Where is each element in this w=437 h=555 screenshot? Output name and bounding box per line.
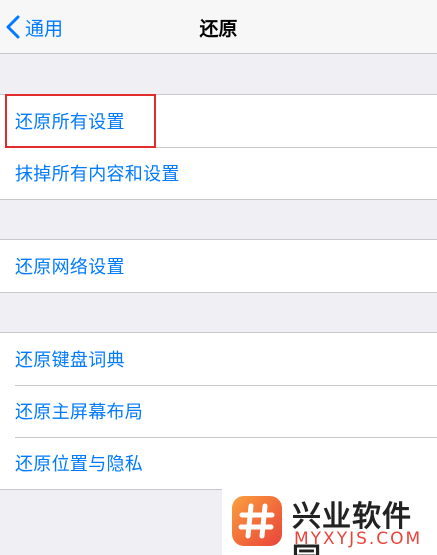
watermark: 兴业软件园 MYXYJS.COM [222,487,437,555]
reset-group-2: 还原网络设置 [0,239,437,293]
reset-location-privacy-row[interactable]: 还原位置与隐私 [0,437,437,489]
row-label: 还原主屏幕布局 [15,402,144,423]
erase-all-content-row[interactable]: 抹掉所有内容和设置 [0,147,437,199]
row-label: 还原位置与隐私 [15,454,144,475]
row-label: 还原键盘词典 [15,350,125,371]
reset-network-settings-row[interactable]: 还原网络设置 [0,240,437,292]
hash-logo-icon [232,496,282,546]
reset-keyboard-dictionary-row[interactable]: 还原键盘词典 [0,333,437,385]
reset-group-3: 还原键盘词典 还原主屏幕布局 还原位置与隐私 [0,332,437,490]
row-label: 还原网络设置 [15,257,125,278]
navigation-bar: 通用 还原 [0,0,437,54]
page-title: 还原 [199,18,238,40]
watermark-url: MYXYJS.COM [294,529,423,549]
reset-settings-screen: 通用 还原 还原所有设置 抹掉所有内容和设置 还原网络设置 还原键盘词典 还原主… [0,0,437,555]
reset-home-screen-layout-row[interactable]: 还原主屏幕布局 [0,385,437,437]
row-label: 抹掉所有内容和设置 [15,164,180,185]
highlight-box [5,94,156,148]
